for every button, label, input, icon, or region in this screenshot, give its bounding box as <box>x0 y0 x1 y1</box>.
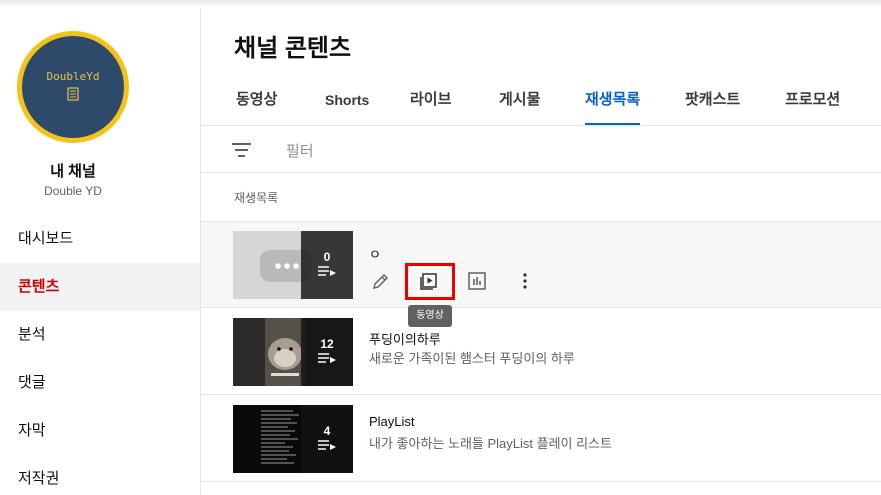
tab-posts[interactable]: 게시물 <box>499 81 540 126</box>
top-shadow <box>0 0 881 7</box>
column-header-playlist: 재생목록 <box>234 191 279 205</box>
video-count-overlay: 12 <box>301 318 353 386</box>
playlist-icon <box>301 440 353 452</box>
sidebar-item-content[interactable]: 콘텐츠 <box>0 263 200 311</box>
sidebar: DoubleYd 내 채널 Double YD 대시보드 콘텐츠 분석 댓글 자… <box>0 7 201 495</box>
playlist-title[interactable]: ㅇ <box>369 244 381 263</box>
video-count: 4 <box>323 424 331 438</box>
tab-live[interactable]: 라이브 <box>410 81 451 126</box>
playlist-row[interactable]: 0 ㅇ <box>201 222 881 308</box>
playlist-icon <box>301 266 353 278</box>
tab-playlists[interactable]: 재생목록 <box>585 81 641 126</box>
playlist-title[interactable]: PlayList <box>369 414 415 429</box>
main-content: 채널 콘텐츠 동영상 Shorts 라이브 게시물 재생목록 팟캐스트 프로모션… <box>201 7 881 495</box>
tooltip: 동영상 <box>408 305 452 327</box>
playlist-row[interactable]: 4 PlayList 내가 좋아하는 노래들 PlayList 플레이 리스트 <box>201 396 881 482</box>
channel-avatar[interactable]: DoubleYd <box>17 31 129 143</box>
playlist-icon <box>301 353 353 365</box>
avatar-logo-icon <box>67 87 79 104</box>
sidebar-nav: 대시보드 콘텐츠 분석 댓글 자막 저작권 <box>0 215 200 495</box>
sidebar-item-subtitles[interactable]: 자막 <box>0 407 200 455</box>
channel-name: 내 채널 <box>50 163 96 180</box>
content-tabs: 동영상 Shorts 라이브 게시물 재생목록 팟캐스트 프로모션 <box>201 81 881 126</box>
analytics-icon[interactable] <box>462 266 492 296</box>
avatar-image: DoubleYd <box>22 36 124 138</box>
edit-icon[interactable] <box>366 266 396 296</box>
video-count: 12 <box>320 337 334 351</box>
playlist-thumbnail[interactable]: 0 <box>233 231 353 299</box>
filter-input[interactable]: 필터 <box>286 140 314 161</box>
avatar-logo-text: DoubleYd <box>46 70 100 83</box>
playlist-row[interactable]: 12 푸딩이의하루 새로운 가족이된 햄스터 푸딩이의 하루 <box>201 309 881 395</box>
channel-handle: Double YD <box>44 184 102 198</box>
playlist-title[interactable]: 푸딩이의하루 <box>369 329 441 348</box>
highlight-box <box>405 263 455 300</box>
tab-podcasts[interactable]: 팟캐스트 <box>685 81 740 126</box>
video-count: 0 <box>323 250 331 264</box>
playlist-thumbnail[interactable]: 4 <box>233 405 353 473</box>
video-count-overlay: 0 <box>301 231 353 299</box>
sidebar-item-comments[interactable]: 댓글 <box>0 359 200 407</box>
playlist-description: 내가 좋아하는 노래들 PlayList 플레이 리스트 <box>369 436 612 451</box>
video-count-overlay: 4 <box>301 405 353 473</box>
sidebar-item-copyright[interactable]: 저작권 <box>0 455 200 495</box>
playlist-thumbnail[interactable]: 12 <box>233 318 353 386</box>
divider <box>201 172 881 173</box>
tab-videos[interactable]: 동영상 <box>236 81 277 126</box>
page-title: 채널 콘텐츠 <box>234 35 352 62</box>
filter-icon[interactable] <box>232 143 251 157</box>
divider <box>201 125 881 126</box>
sidebar-item-analytics[interactable]: 분석 <box>0 311 200 359</box>
sidebar-item-dashboard[interactable]: 대시보드 <box>0 215 200 263</box>
tab-promotions[interactable]: 프로모션 <box>785 81 840 126</box>
more-options-icon[interactable] <box>510 266 540 296</box>
playlist-description: 새로운 가족이된 햄스터 푸딩이의 하루 <box>369 351 575 366</box>
tab-shorts[interactable]: Shorts <box>325 81 369 126</box>
app-root: DoubleYd 내 채널 Double YD 대시보드 콘텐츠 분석 댓글 자… <box>0 0 881 495</box>
